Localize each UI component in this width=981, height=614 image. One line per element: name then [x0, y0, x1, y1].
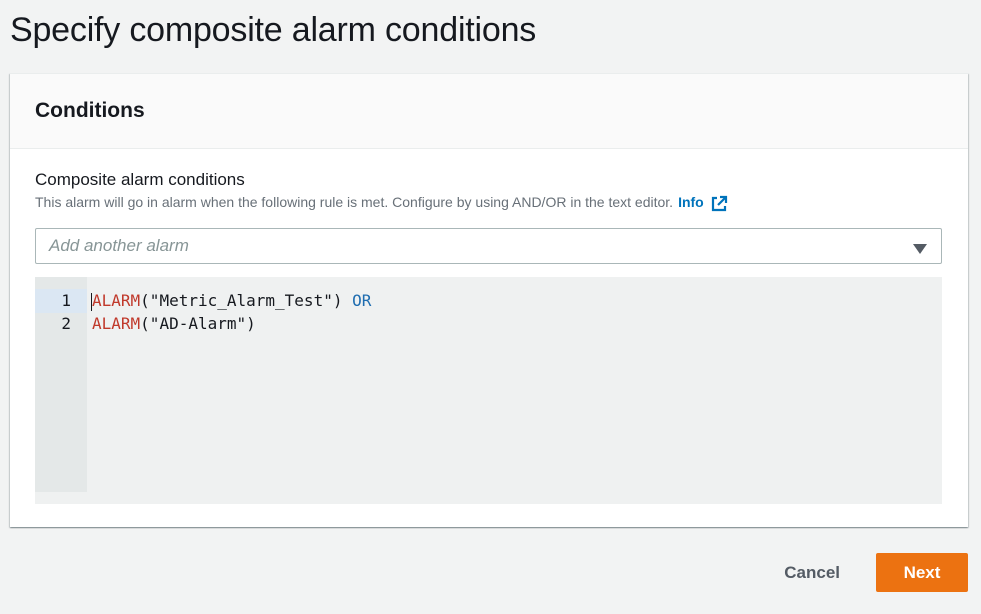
external-link-icon[interactable] [710, 195, 728, 213]
panel-body: Composite alarm conditions This alarm wi… [10, 149, 968, 504]
info-link[interactable]: Info [678, 192, 704, 212]
field-description: This alarm will go in alarm when the fol… [35, 191, 943, 213]
panel-heading: Conditions [35, 99, 145, 122]
cancel-button[interactable]: Cancel [764, 553, 860, 592]
code-text: ALARM("Metric_Alarm_Test") OR [92, 289, 371, 313]
code-text: ALARM("AD-Alarm") [92, 312, 256, 336]
field-description-text: This alarm will go in alarm when the fol… [35, 194, 674, 210]
code-keyword: ALARM [92, 314, 141, 333]
add-alarm-select[interactable]: Add another alarm [35, 228, 942, 264]
code-args: ("AD-Alarm") [140, 314, 256, 333]
next-button[interactable]: Next [876, 553, 968, 592]
panel-header: Conditions [10, 74, 968, 149]
page-title: Specify composite alarm conditions [10, 11, 537, 49]
code-keyword: ALARM [92, 291, 141, 310]
editor-line[interactable]: 2 ALARM("AD-Alarm") [35, 312, 942, 336]
caret-down-icon[interactable] [913, 241, 927, 254]
code-editor[interactable]: 1 ALARM("Metric_Alarm_Test") OR 2 ALARM(… [35, 277, 942, 504]
conditions-panel: Conditions Composite alarm conditions Th… [10, 73, 968, 527]
code-operator: OR [352, 291, 372, 310]
field-label: Composite alarm conditions [35, 170, 245, 189]
line-number: 2 [61, 314, 71, 333]
line-number: 1 [61, 291, 71, 310]
form-actions: Cancel Next [764, 553, 968, 592]
code-args: ("Metric_Alarm_Test") [140, 291, 343, 310]
editor-line[interactable]: 1 ALARM("Metric_Alarm_Test") OR [35, 289, 942, 313]
select-placeholder: Add another alarm [49, 236, 189, 255]
